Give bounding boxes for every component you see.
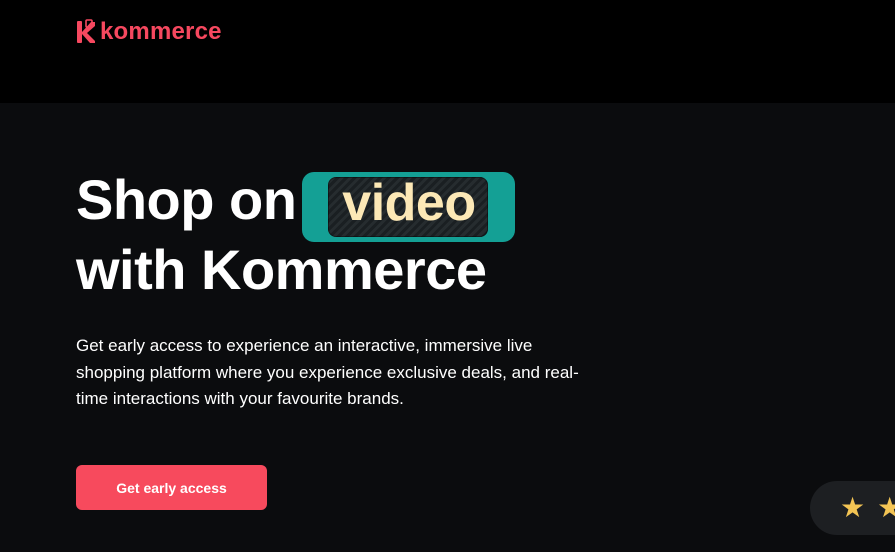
kommerce-k-logo-icon [76, 19, 96, 45]
hero-heading-line-2: with Kommerce [76, 238, 487, 301]
brand-logo-link[interactable]: kommerce [76, 17, 222, 47]
brand-name: kommerce [100, 18, 222, 45]
get-early-access-button[interactable]: Get early access [76, 465, 267, 510]
hero-heading-text-1: Shop on [76, 168, 297, 231]
hero-heading-line-1: Shop on video [76, 166, 516, 242]
hero-description: Get early access to experience an intera… [76, 336, 579, 408]
star-icon: ★ [877, 491, 895, 524]
landing-page: kommerce Shop on video with Kommerce Get … [0, 0, 895, 552]
video-highlight-pill: video [302, 172, 516, 242]
hero-heading: Shop on video with Kommerce [76, 166, 516, 304]
top-navigation-bar: kommerce [0, 0, 895, 103]
rating-card: ★ ★ ★ [810, 481, 895, 535]
star-icon: ★ [840, 491, 866, 524]
video-highlight-word: video [342, 174, 476, 232]
